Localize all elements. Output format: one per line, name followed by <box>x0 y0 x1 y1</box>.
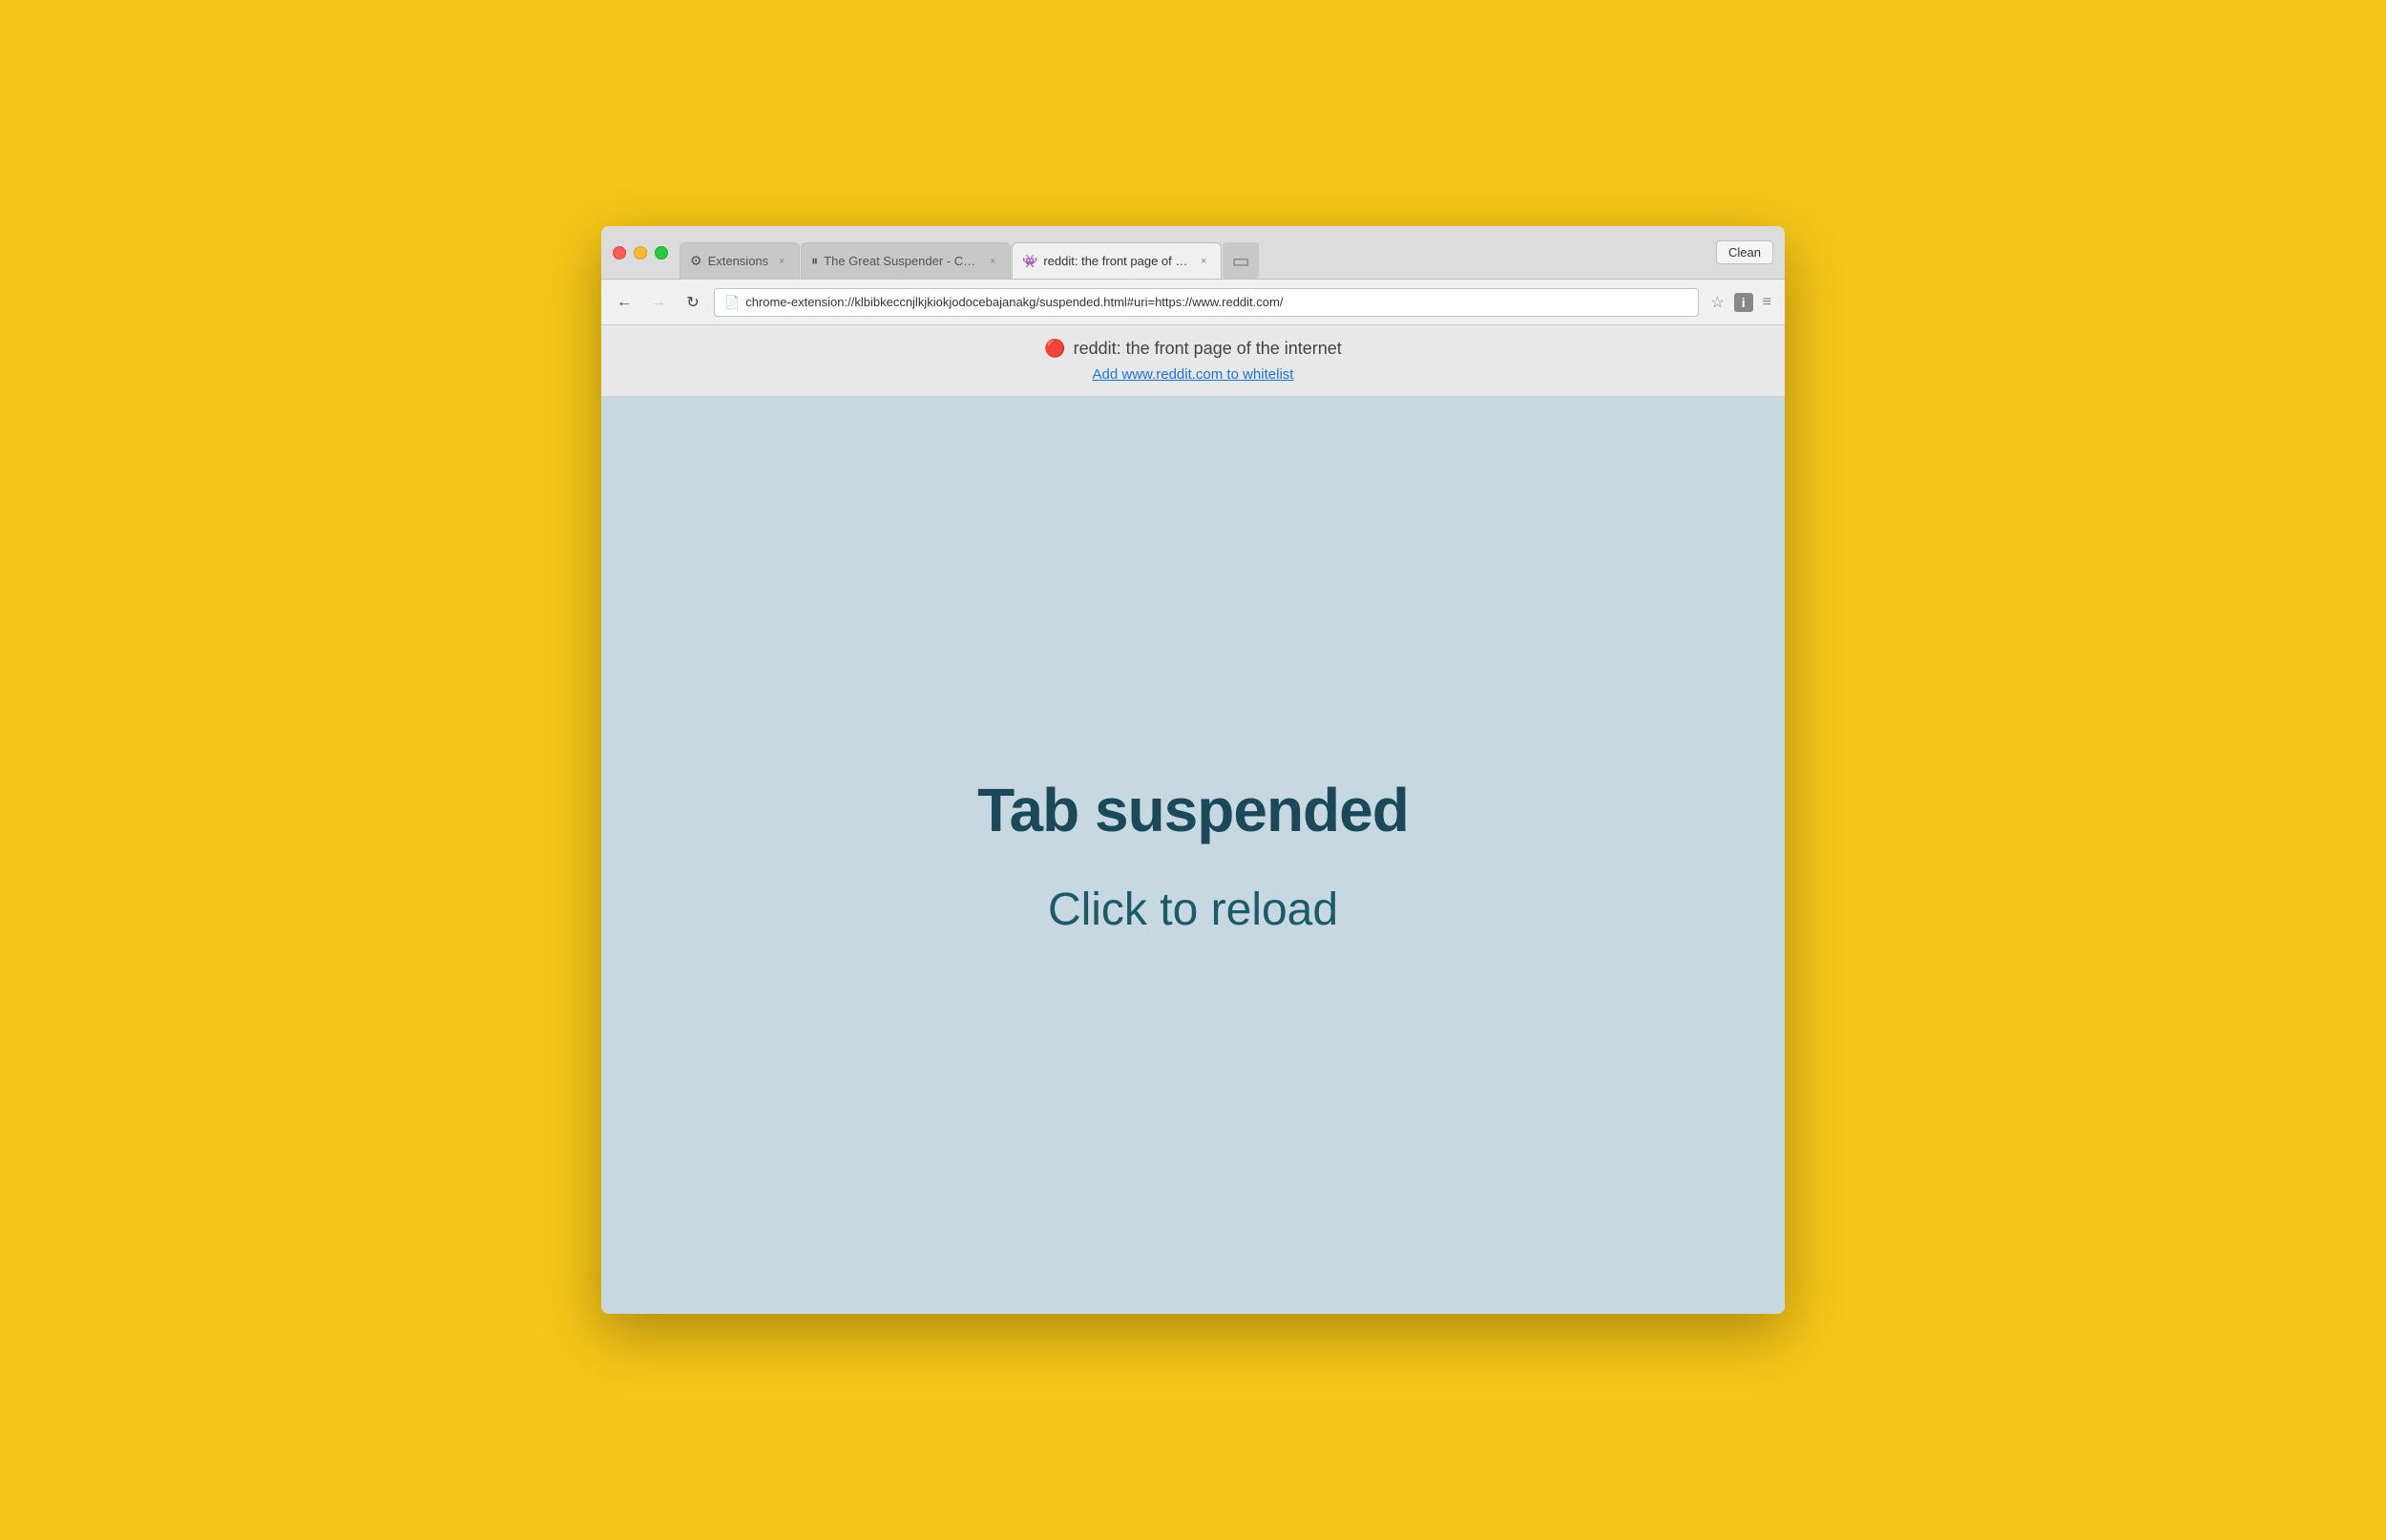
reddit-icon: 🔴 <box>1044 339 1065 359</box>
reload-button[interactable]: ↻ <box>680 289 706 316</box>
tab-reddit-label: reddit: the front page of th… <box>1043 254 1190 268</box>
address-text: chrome-extension://klbibkeccnjlkjkiokjod… <box>745 295 1688 309</box>
maximize-traffic-light[interactable] <box>655 246 668 260</box>
traffic-lights <box>613 246 668 260</box>
tab-extensions[interactable]: ⚙ Extensions × <box>680 242 800 279</box>
extensions-tab-icon: ⚙ <box>690 253 702 269</box>
reddit-tab-icon: 👾 <box>1022 254 1037 269</box>
star-icon[interactable]: ☆ <box>1706 289 1727 316</box>
reload-text: Click to reload <box>1048 884 1338 936</box>
page-title-row: 🔴 reddit: the front page of the internet <box>1044 339 1342 359</box>
suspended-title: Tab suspended <box>977 775 1409 845</box>
clean-button[interactable]: Clean <box>1716 240 1773 264</box>
info-bar: 🔴 reddit: the front page of the internet… <box>601 325 1785 397</box>
address-bar-icon: 📄 <box>724 295 740 310</box>
close-traffic-light[interactable] <box>613 246 626 260</box>
tab-extensions-label: Extensions <box>708 254 769 268</box>
forward-button[interactable]: → <box>645 289 672 316</box>
great-suspender-tab-icon: ⏸ <box>811 253 818 269</box>
title-bar: ⚙ Extensions × ⏸ The Great Suspender - C… <box>601 226 1785 280</box>
tab-extensions-close[interactable]: × <box>774 254 789 269</box>
nav-bar: ← → ↻ 📄 chrome-extension://klbibkeccnjlk… <box>601 280 1785 325</box>
tab-great-suspender-close[interactable]: × <box>985 254 1000 269</box>
extension-icon[interactable]: i <box>1734 293 1753 312</box>
nav-icons-right: ☆ i ≡ <box>1706 289 1775 316</box>
new-tab-button[interactable]: ▭ <box>1223 242 1259 279</box>
page-title: reddit: the front page of the internet <box>1074 339 1342 359</box>
tab-great-suspender[interactable]: ⏸ The Great Suspender - Ch… × <box>801 242 1011 279</box>
tab-reddit-close[interactable]: × <box>1196 254 1211 269</box>
back-button[interactable]: ← <box>611 289 638 316</box>
main-content[interactable]: Tab suspended Click to reload <box>601 397 1785 1314</box>
tabs-container: ⚙ Extensions × ⏸ The Great Suspender - C… <box>680 226 1708 279</box>
menu-icon[interactable]: ≡ <box>1759 290 1775 315</box>
whitelist-link[interactable]: Add www.reddit.com to whitelist <box>1093 366 1294 383</box>
browser-window: ⚙ Extensions × ⏸ The Great Suspender - C… <box>601 226 1785 1314</box>
address-bar[interactable]: 📄 chrome-extension://klbibkeccnjlkjkiokj… <box>714 288 1699 317</box>
minimize-traffic-light[interactable] <box>634 246 647 260</box>
tab-great-suspender-label: The Great Suspender - Ch… <box>824 254 979 268</box>
tab-reddit[interactable]: 👾 reddit: the front page of th… × <box>1012 242 1222 279</box>
